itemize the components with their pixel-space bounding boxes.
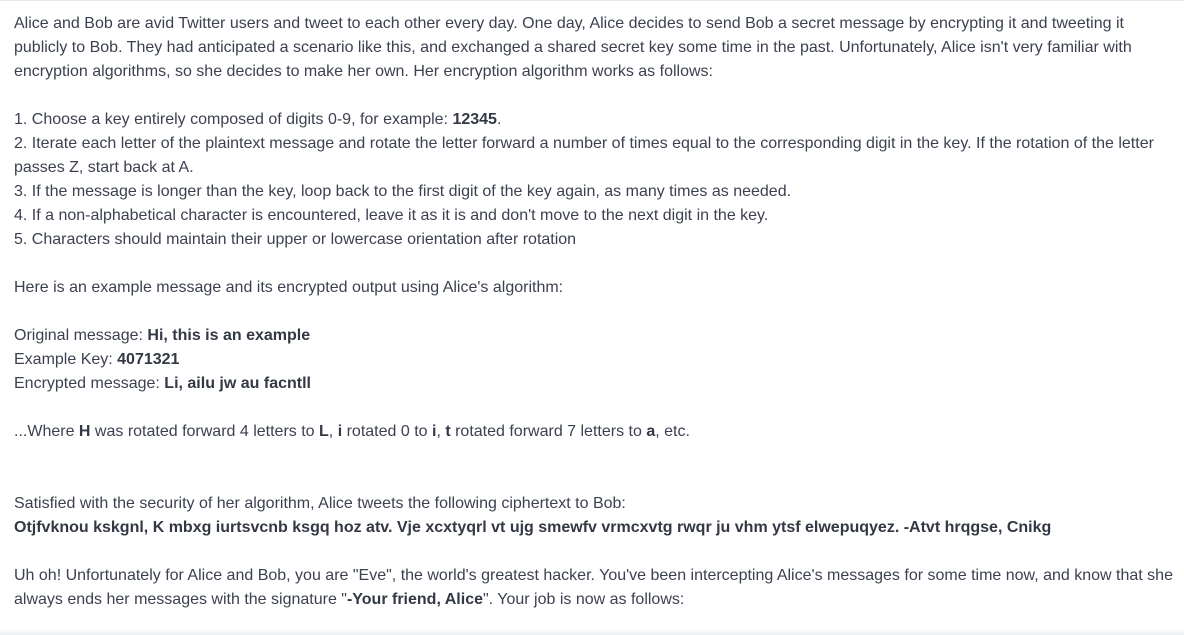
step-1-end: . [496,111,502,128]
explain-text: was rotated forward 4 letters to [90,423,320,440]
example-key: Example Key: 4071321 [14,348,1174,372]
problem-statement: Alice and Bob are avid Twitter users and… [14,12,1174,612]
bottom-fade [0,629,1184,635]
explain-text: rotated 0 to [342,423,432,440]
explain-text: ...Where [14,423,79,440]
explain-text: , etc. [655,423,690,440]
ciphertext: Otjfvknou kskgnl, K mbxg iurtsvcnb ksgq … [14,516,1174,540]
step-3: 3. If the message is longer than the key… [14,183,792,200]
example-encrypted: Encrypted message: Li, ailu jw au facntl… [14,372,1174,396]
explain-text: , [436,423,446,440]
explain-letter: L [319,423,329,440]
original-value: Hi, this is an example [147,327,311,344]
step-5: 5. Characters should maintain their uppe… [14,231,577,248]
intro-paragraph: Alice and Bob are avid Twitter users and… [14,15,1132,80]
top-border [0,0,1184,1]
explain-text: rotated forward 7 letters to [450,423,647,440]
key-value: 4071321 [117,351,180,368]
example-original: Original message: Hi, this is an example [14,324,1174,348]
step-1-key: 12345 [452,111,497,128]
ciphertext-value: Otjfvknou kskgnl, K mbxg iurtsvcnb ksgq … [14,519,1052,536]
explain-letter: a [646,423,656,440]
eve-text-end: ". Your job is now as follows: [482,591,685,608]
key-label: Example Key: [14,351,118,368]
example-intro: Here is an example message and its encry… [14,279,564,296]
step-1: 1. Choose a key entirely composed of dig… [14,108,1174,132]
satisfied-paragraph: Satisfied with the security of her algor… [14,495,626,512]
step-2: 2. Iterate each letter of the plaintext … [14,135,1154,176]
step-4: 4. If a non-alphabetical character is en… [14,207,769,224]
example-explanation: ...Where H was rotated forward 4 letters… [14,420,1174,444]
encrypted-label: Encrypted message: [14,375,165,392]
signature: -Your friend, Alice [346,591,483,608]
explain-letter: H [78,423,91,440]
step-1-text: 1. Choose a key entirely composed of dig… [14,111,453,128]
explain-text: , [328,423,338,440]
encrypted-value: Li, ailu jw au facntll [164,375,311,392]
eve-paragraph: Uh oh! Unfortunately for Alice and Bob, … [14,564,1174,612]
original-label: Original message: [14,327,148,344]
